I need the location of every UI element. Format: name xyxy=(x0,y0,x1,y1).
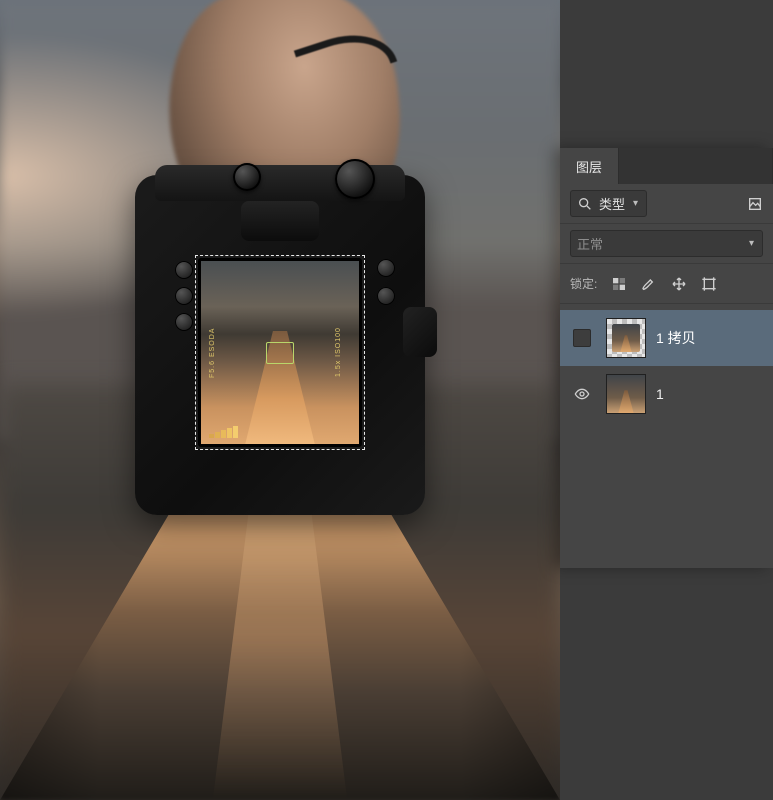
blend-mode-select[interactable]: 正常 ▾ xyxy=(570,230,763,257)
lock-position-icon[interactable] xyxy=(671,276,687,292)
camera-strap-ring xyxy=(403,307,437,357)
layer-row[interactable]: 1 xyxy=(560,366,773,422)
tab-layers[interactable]: 图层 xyxy=(560,148,619,184)
blend-mode-row: 正常 ▾ xyxy=(560,224,773,264)
lock-label: 锁定: xyxy=(570,275,597,292)
layer-thumbnail[interactable] xyxy=(606,374,646,414)
visibility-off-icon xyxy=(573,329,591,347)
camera-lcd-left-readout: F5.6 ESODA xyxy=(209,267,225,438)
camera-focus-box xyxy=(266,342,294,364)
canvas-camera-body: F5.6 ESODA 1.5x ISO100 xyxy=(135,175,425,515)
layer-filter-select[interactable]: 类型 ▾ xyxy=(570,190,647,217)
lock-transparency-icon[interactable] xyxy=(611,276,627,292)
layer-name[interactable]: 1 拷贝 xyxy=(656,328,696,348)
search-icon xyxy=(577,196,593,212)
canvas-area[interactable]: F5.6 ESODA 1.5x ISO100 xyxy=(0,0,560,800)
lock-artboard-icon[interactable] xyxy=(701,276,717,292)
camera-lcd-right-readout: 1.5x ISO100 xyxy=(335,267,351,438)
lock-paint-icon[interactable] xyxy=(641,276,657,292)
camera-button xyxy=(377,287,395,305)
layer-visibility-toggle[interactable] xyxy=(568,324,596,352)
layer-filter-row: 类型 ▾ xyxy=(560,184,773,224)
layer-visibility-toggle[interactable] xyxy=(568,380,596,408)
camera-button xyxy=(175,261,193,279)
camera-button xyxy=(377,259,395,277)
layer-row[interactable]: 1 拷贝 xyxy=(560,310,773,366)
camera-button xyxy=(175,287,193,305)
eye-icon xyxy=(574,386,590,402)
camera-viewfinder xyxy=(241,201,319,241)
layer-name[interactable]: 1 xyxy=(656,386,664,402)
layers-panel: 图层 类型 ▾ 正常 ▾ 锁定: xyxy=(560,148,773,568)
filter-pixel-icon[interactable] xyxy=(747,196,763,212)
chevron-down-icon: ▾ xyxy=(749,238,754,249)
chevron-down-icon: ▾ xyxy=(633,198,638,209)
layer-thumbnail[interactable] xyxy=(606,318,646,358)
camera-small-dial xyxy=(233,163,261,191)
camera-mode-dial xyxy=(335,159,375,199)
panel-tab-bar: 图层 xyxy=(560,148,773,184)
camera-lcd-histogram xyxy=(209,426,351,438)
tab-empty[interactable] xyxy=(619,148,773,184)
blend-mode-value: 正常 xyxy=(577,234,603,253)
camera-button xyxy=(175,313,193,331)
layers-list: 1 拷贝 1 xyxy=(560,304,773,428)
lock-row: 锁定: xyxy=(560,264,773,304)
camera-lcd-screen: F5.6 ESODA 1.5x ISO100 xyxy=(195,255,365,450)
layer-filter-label: 类型 xyxy=(599,194,625,213)
